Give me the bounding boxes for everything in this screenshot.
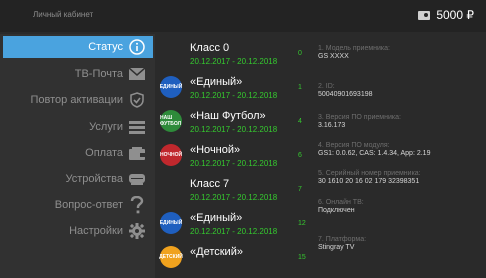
channel-item[interactable]: Класс 0 20.12.2017 - 20.12.2018 0 [160,36,310,70]
channel-number: 7 [298,186,302,193]
page-title: Личный кабинет [33,10,94,19]
channel-name: «Наш Футбол» [190,110,266,122]
sidebar-item-services[interactable]: Услуги [3,116,153,138]
channel-item[interactable]: ДЕТСКИЙ «Детский» 15 [159,240,310,274]
sidebar-item-devices[interactable]: Устройства [3,168,153,190]
sidebar-item-label: ТВ-Почта [74,68,123,80]
info-value: Подключен [318,207,355,214]
balance-indicator: 5000 ₽ [418,8,474,22]
channel-item[interactable]: ЕДИНЫЙ «Единый» 20.12.2017 - 20.12.2018 … [160,206,310,240]
sidebar-item-tv-mail[interactable]: ТВ-Почта [3,63,153,85]
top-bar: Личный кабинет 5000 ₽ [0,0,486,32]
info-value: Stingray TV [318,244,355,251]
sidebar-item-faq[interactable]: Вопрос-ответ [3,194,153,216]
sidebar-item-label: Статус [88,41,123,53]
channel-item[interactable]: Класс 7 20.12.2017 - 20.12.2018 7 [160,172,310,206]
check-shield-icon [129,92,145,108]
channel-item[interactable]: НАШ ФУТБОЛ «Наш Футбол» 20.12.2017 - 20.… [160,104,310,138]
channel-name: «Ночной» [190,144,241,156]
info-row: 1. Модель приемника: GS XXXX [318,45,486,60]
info-row: 4. Версия ПО модуля: GS1: 0.0.62, CAS: 1… [318,142,486,157]
info-label: 5. Серийный номер приемника: [318,170,421,177]
info-value: GS XXXX [318,53,349,60]
sidebar-item-payment[interactable]: Оплата [3,142,153,164]
info-label: 3. Версия ПО приемника: [318,114,401,121]
channel-name: «Единый» [190,76,243,88]
balance-value: 5000 ₽ [436,8,474,22]
channel-dates: 20.12.2017 - 20.12.2018 [190,125,278,134]
info-label: 4. Версия ПО модуля: [318,142,390,149]
channel-logo: ДЕТСКИЙ [159,246,183,268]
sidebar-item-settings[interactable]: Настройки [3,220,153,242]
gear-icon [129,223,145,239]
channel-dates: 20.12.2017 - 20.12.2018 [190,91,278,100]
channel-logo: НОЧНОЙ [160,144,182,166]
device-icon [129,171,145,187]
info-value: 50040901693198 [318,91,373,98]
channel-name: «Единый» [190,212,243,224]
info-row: 7. Платформа: Stingray TV [318,236,486,251]
channel-name: «Детский» [190,246,243,258]
sidebar-item-label: Устройства [65,173,123,185]
channel-number: 12 [298,220,306,227]
sidebar-item-label: Вопрос-ответ [54,199,123,211]
sidebar-item-status[interactable]: Статус [3,36,153,58]
channel-dates: 20.12.2017 - 20.12.2018 [190,193,278,202]
channel-name: Класс 0 [190,42,230,54]
status-info-panel: 1. Модель приемника: GS XXXX 2. ID: 5004… [318,36,486,278]
list-icon [129,119,145,135]
info-row: 3. Версия ПО приемника: 3.16.173 [318,114,486,129]
info-value: GS1: 0.0.62, CAS: 1.4.34, App: 2.19 [318,150,431,157]
channel-logo: ЕДИНЫЙ [160,76,182,98]
channel-item[interactable]: НОЧНОЙ «Ночной» 20.12.2017 - 20.12.2018 … [160,138,310,172]
channel-logo: ЕДИНЫЙ [160,212,182,234]
channel-number: 0 [298,50,302,57]
channel-item[interactable]: ЕДИНЫЙ «Единый» 20.12.2017 - 20.12.2018 … [160,70,310,104]
channel-list: Класс 0 20.12.2017 - 20.12.2018 0 ЕДИНЫЙ… [159,36,310,278]
info-label: 2. ID: [318,83,335,90]
info-value: 30 1610 20 16 02 179 32398351 [318,178,420,185]
info-icon [129,39,145,55]
channel-dates: 20.12.2017 - 20.12.2018 [190,227,278,236]
wallet-icon [418,10,431,20]
info-row: 6. Онлайн ТВ: Подключен [318,199,486,214]
info-label: 7. Платформа: [318,236,367,243]
sidebar: Статус ТВ-Почта Повтор активации Услуги … [0,34,155,278]
info-value: 3.16.173 [318,122,346,129]
channel-dates: 20.12.2017 - 20.12.2018 [190,159,278,168]
sidebar-item-label: Настройки [69,225,123,237]
channel-number: 15 [298,254,306,261]
info-label: 6. Онлайн ТВ: [318,199,364,206]
sidebar-item-reactivation[interactable]: Повтор активации [3,89,153,111]
mail-icon [129,66,145,82]
info-row: 5. Серийный номер приемника: 30 1610 20 … [318,170,486,185]
channel-name: Класс 7 [190,178,230,190]
channel-number: 6 [298,152,302,159]
sidebar-item-label: Услуги [89,121,123,133]
channel-dates: 20.12.2017 - 20.12.2018 [190,57,278,66]
info-label: 1. Модель приемника: [318,45,390,52]
info-row: 2. ID: 50040901693198 [318,83,486,98]
channel-number: 4 [298,118,302,125]
sidebar-item-label: Повтор активации [30,94,124,106]
channel-logo: НАШ ФУТБОЛ [160,110,182,132]
wallet-icon [129,145,145,161]
channel-number: 1 [298,84,302,91]
question-icon [129,196,145,214]
sidebar-item-label: Оплата [85,147,123,159]
